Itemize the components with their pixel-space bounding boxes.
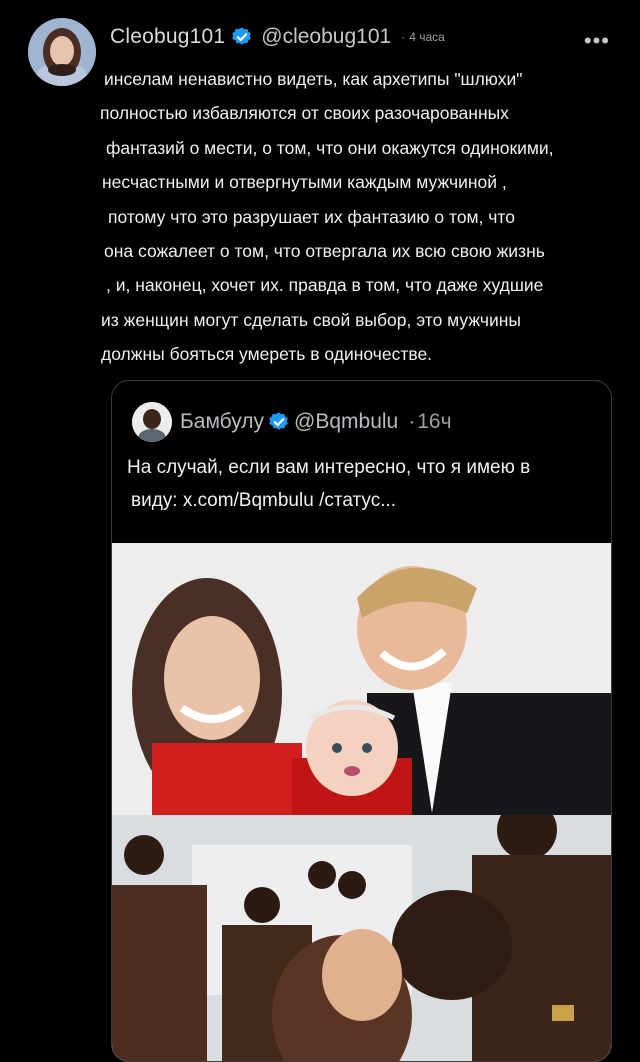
author-avatar[interactable] [28, 18, 96, 86]
tweet-text-line: она сожалеет о том, что отвергала их всю… [104, 240, 545, 261]
group-photo [112, 800, 611, 1061]
quoted-header-separator: · [408, 410, 416, 433]
tweet-text-line: , и, наконец, хочет их. правда в том, чт… [106, 275, 544, 296]
header-separator: · [401, 30, 406, 44]
quoted-tweet-text: На случай, если вам интересно, что я име… [127, 451, 597, 517]
quoted-avatar-image [132, 402, 172, 442]
quoted-tweet-header: Бамбулу @Bqmbulu · 16ч [132, 402, 452, 442]
tweet-text-line: полностью избавляются от своих разочаров… [100, 103, 509, 124]
media-image-group [112, 800, 611, 1061]
quoted-author-handle[interactable]: @Bqmbulu [294, 410, 398, 434]
family-photo [112, 543, 611, 823]
quoted-author-name[interactable]: Бамбулу [180, 410, 264, 434]
tweet-timestamp[interactable]: 4 часа [409, 30, 445, 44]
tweet-text-line: должны бояться умереть в одиночестве. [101, 344, 433, 365]
tweet-text-line: несчастными и отвергнутыми каждым мужчин… [102, 172, 507, 193]
avatar-image [28, 18, 96, 86]
author-name[interactable]: Cleobug101 [110, 25, 225, 49]
quoted-text-line: На случай, если вам интересно, что я име… [127, 457, 531, 478]
tweet-text: инселам ненавистно видеть, как архетипы … [98, 62, 618, 372]
tweet-text-line: потому что это разрушает их фантазию о т… [108, 206, 515, 227]
quoted-author-avatar[interactable] [132, 402, 172, 442]
quoted-tweet-timestamp[interactable]: 16ч [417, 410, 451, 434]
tweet-text-line: инселам ненавистно видеть, как архетипы … [104, 69, 523, 89]
quoted-tweet-media[interactable] [112, 543, 611, 1061]
media-image-family [112, 543, 611, 823]
author-handle[interactable]: @cleobug101 [261, 25, 391, 49]
tweet-text-line: из женщин могут сделать свой выбор, это … [101, 309, 521, 330]
quoted-text-line: виду: x.com/Bqmbulu /статус... [131, 490, 397, 511]
verified-badge-icon [269, 412, 288, 430]
verified-badge-icon [232, 27, 252, 45]
quoted-tweet[interactable]: Бамбулу @Bqmbulu · 16ч На случай, если в… [111, 380, 612, 1062]
more-options-icon[interactable]: ••• [584, 28, 610, 54]
tweet-header: Cleobug101 @cleobug101 · 4 часа ••• [110, 22, 620, 54]
tweet-text-line: фантазий о мести, о том, что они окажутс… [106, 137, 554, 158]
